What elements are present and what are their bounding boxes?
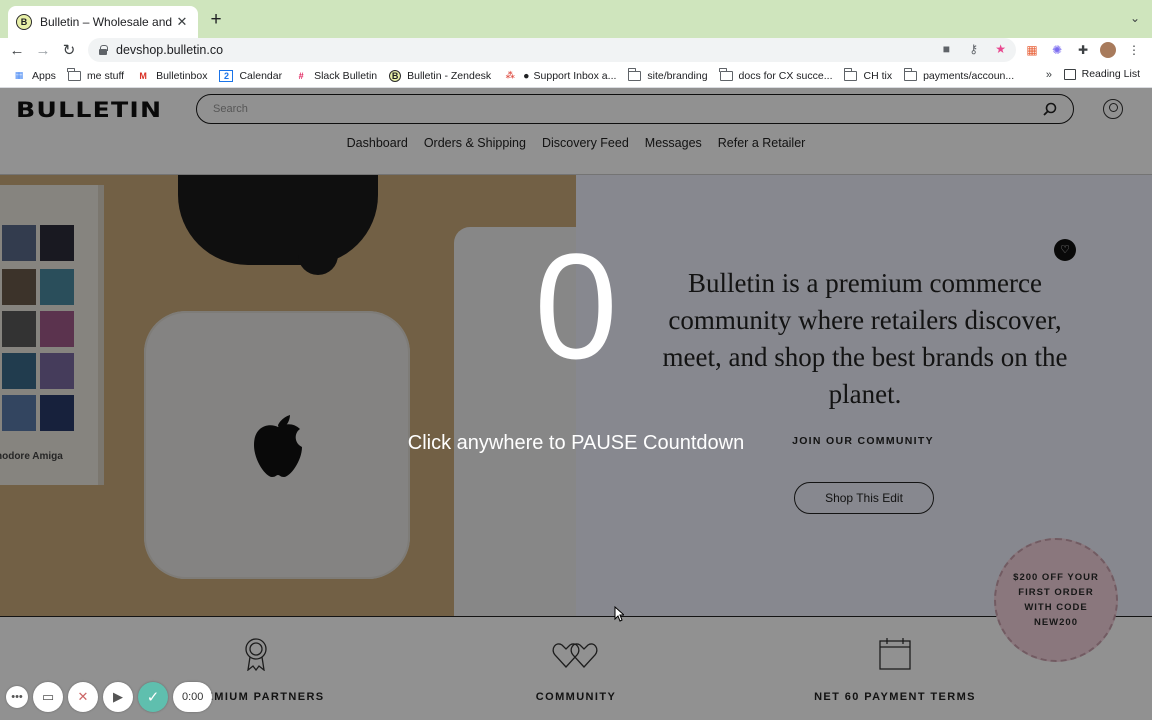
extension-sparkle-icon[interactable]: ✺	[1049, 42, 1065, 58]
extension-orange-icon[interactable]: ▦	[1024, 42, 1040, 58]
tab-close-icon[interactable]: ✕	[174, 14, 190, 30]
recorder-controls: ••• ▭ ✕ ▶ ✓ 0:00	[6, 681, 213, 713]
camera-toggle-icon[interactable]: ▭	[33, 682, 63, 712]
bookmark-site-branding[interactable]: site/branding	[627, 67, 708, 82]
reload-icon[interactable]: ↻	[58, 40, 80, 62]
bookmark-bulletinbox[interactable]: M Bulletinbox	[136, 70, 207, 82]
browser-tab-active[interactable]: B Bulletin – Wholesale and Retail ✕	[8, 6, 198, 38]
folder-icon	[843, 67, 858, 81]
browser-tabstrip: B Bulletin – Wholesale and Retail ✕ + ⌄	[0, 0, 1152, 38]
forward-arrow-icon[interactable]: →	[32, 40, 54, 62]
bulletin-icon: B	[389, 69, 402, 82]
bookmark-apps[interactable]: ▦ Apps	[12, 70, 56, 82]
screen: B Bulletin – Wholesale and Retail ✕ + ⌄ …	[0, 0, 1152, 720]
reading-list-button[interactable]: Reading List	[1063, 68, 1140, 80]
bookmarks-bar: ▦ Apps me stuff M Bulletinbox 2 Calendar # S…	[0, 64, 1152, 88]
reading-list-icon	[1063, 68, 1076, 80]
address-bar[interactable]: devshop.bulletin.co ■ ⚷ ★	[88, 38, 1016, 62]
cancel-recording-icon[interactable]: ✕	[68, 682, 98, 712]
bookmarks-more-icon[interactable]: »	[1046, 69, 1052, 81]
folder-icon	[67, 67, 81, 81]
countdown-number: 0	[534, 222, 618, 390]
tab-search-chevron-icon[interactable]: ⌄	[1130, 11, 1140, 25]
bookmark-me-stuff[interactable]: me stuff	[67, 67, 124, 82]
asana-dots-icon: ⁂	[505, 70, 515, 80]
bookmark-support-inbox[interactable]: ⁂ ● Support Inbox a...	[503, 69, 617, 82]
url-text: devshop.bulletin.co	[116, 43, 224, 57]
bookmark-payments[interactable]: payments/accoun...	[903, 67, 1014, 82]
bookmark-ch-tix[interactable]: CH tix	[843, 67, 892, 82]
bulletin-favicon-icon: B	[16, 14, 32, 30]
bookmark-zendesk[interactable]: B Bulletin - Zendesk	[389, 69, 491, 82]
slack-icon: #	[298, 70, 304, 81]
more-options-icon[interactable]: •••	[6, 686, 28, 708]
folder-icon	[627, 67, 642, 81]
apps-grid-icon: ▦	[14, 70, 24, 80]
dot-icon: ●	[523, 69, 530, 82]
tab-title: Bulletin – Wholesale and Retail	[40, 15, 174, 29]
bookmark-calendar[interactable]: 2 Calendar	[219, 69, 282, 82]
browser-menu-icon[interactable]: ⋮	[1126, 42, 1142, 58]
back-arrow-icon[interactable]: ←	[6, 40, 28, 62]
countdown-hint: Click anywhere to PAUSE Countdown	[407, 432, 745, 454]
mouse-cursor-icon	[614, 606, 624, 622]
calendar-icon: 2	[219, 69, 234, 82]
camera-icon[interactable]: ■	[943, 42, 950, 56]
folder-icon	[903, 67, 918, 81]
countdown-overlay[interactable]: 0 Click anywhere to PAUSE Countdown	[0, 88, 1152, 720]
bookmark-star-icon[interactable]: ★	[995, 42, 1006, 56]
profile-avatar[interactable]	[1100, 42, 1116, 58]
bookmark-slack[interactable]: # Slack Bulletin	[294, 70, 378, 82]
folder-icon	[719, 67, 733, 81]
pause-resume-icon[interactable]: ▶	[103, 682, 133, 712]
recording-timer: 0:00	[173, 682, 213, 712]
key-icon[interactable]: ⚷	[969, 42, 978, 56]
gmail-icon: M	[139, 70, 147, 81]
puzzle-extensions-icon[interactable]: ✚	[1075, 42, 1091, 58]
browser-toolbar: ← → ↻ devshop.bulletin.co ■ ⚷ ★	[0, 38, 1152, 64]
new-tab-icon[interactable]: +	[206, 10, 226, 30]
lock-icon	[98, 45, 108, 55]
finish-recording-icon[interactable]: ✓	[138, 682, 168, 712]
bookmark-docs-cx[interactable]: docs for CX succe...	[719, 67, 832, 82]
